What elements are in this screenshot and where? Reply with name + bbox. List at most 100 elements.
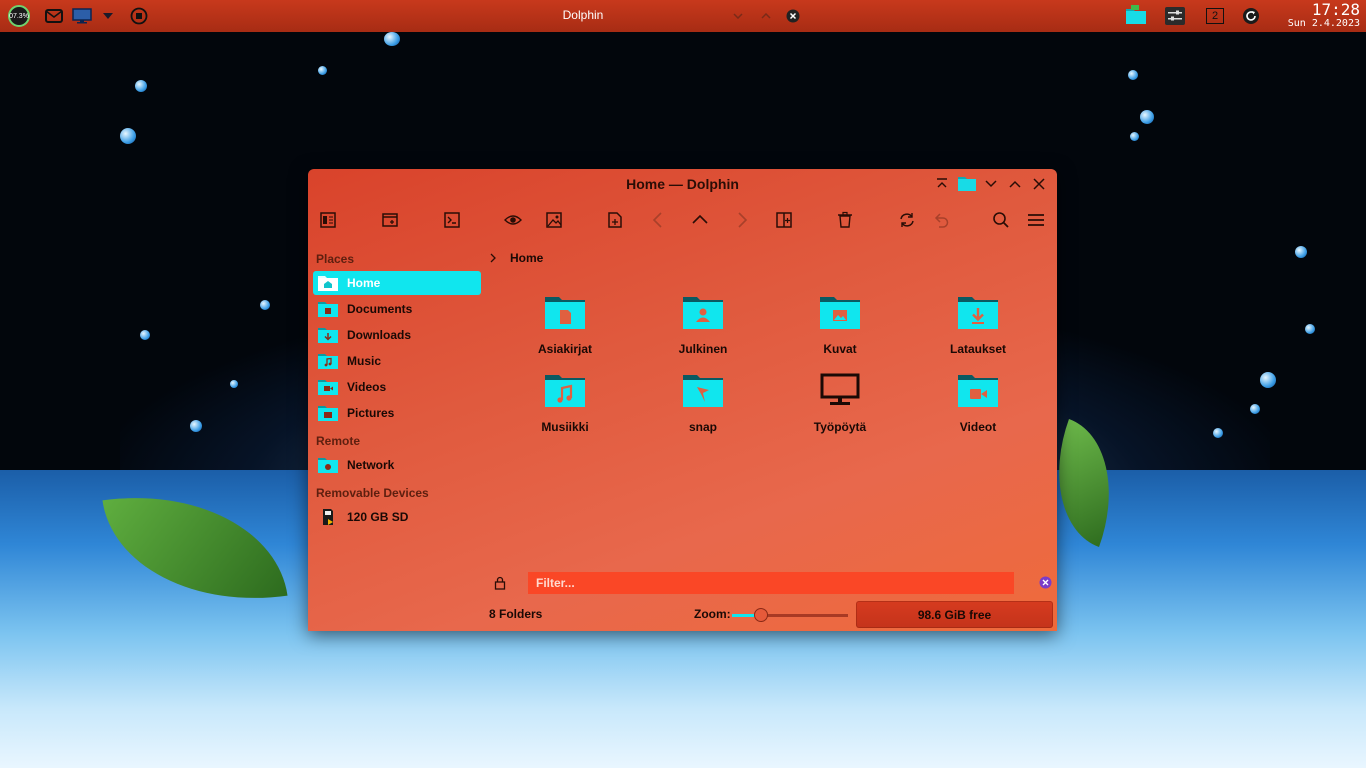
preview-button[interactable] — [500, 207, 526, 233]
filter-input[interactable] — [528, 572, 1014, 594]
trash-button[interactable] — [832, 207, 858, 233]
file-item-label: Työpöytä — [813, 420, 867, 434]
sidebar-item-music[interactable]: Music — [313, 349, 481, 373]
forward-button[interactable] — [729, 207, 755, 233]
up-button[interactable] — [687, 207, 713, 233]
show-desktop-button[interactable] — [71, 5, 93, 27]
sidebar-item-label: Documents — [347, 302, 413, 316]
reload-button[interactable] — [894, 207, 920, 233]
hamburger-menu-button[interactable] — [1023, 207, 1049, 233]
sidebar-item-sd-card[interactable]: 120 GB SD — [313, 505, 481, 529]
sidebar-item-home[interactable]: Home — [313, 271, 481, 295]
maximize-button[interactable] — [1006, 175, 1024, 193]
window-titlebar[interactable]: Home — Dolphin — [308, 169, 1057, 199]
section-places: Places — [316, 252, 355, 266]
places-panel: Places Home Documents Downloads Music Vi… — [308, 241, 486, 631]
music-folder-icon — [545, 375, 585, 407]
terminal-icon — [444, 212, 460, 228]
file-item-asiakirjat[interactable]: Asiakirjat — [510, 291, 620, 361]
panels-icon — [320, 212, 336, 228]
search-button[interactable] — [988, 207, 1014, 233]
status-bar: 8 Folders Zoom: 98.6 GiB free — [308, 599, 1057, 631]
hamburger-menu-icon — [1028, 214, 1044, 226]
back-button[interactable] — [645, 207, 671, 233]
sd-card-icon — [318, 509, 338, 525]
free-space-indicator[interactable]: 98.6 GiB free — [856, 601, 1053, 628]
clear-filter-button[interactable] — [1039, 576, 1052, 594]
split-view-button[interactable] — [771, 207, 797, 233]
toggle-panels-button[interactable] — [315, 207, 341, 233]
image-view-button[interactable] — [541, 207, 567, 233]
sidebar-item-label: Pictures — [347, 406, 395, 420]
panel-maximize-button[interactable] — [758, 5, 774, 27]
file-item-snap[interactable]: snap — [648, 369, 758, 439]
cpu-usage-label: 07.3% — [9, 12, 29, 20]
new-tab-button[interactable] — [602, 207, 628, 233]
chevron-down-icon — [733, 13, 743, 19]
keep-above-button[interactable] — [933, 175, 951, 193]
file-item-musiikki[interactable]: Musiikki — [510, 369, 620, 439]
chevron-up-icon — [761, 13, 771, 19]
file-item-videot[interactable]: Videot — [923, 369, 1033, 439]
videos-folder-icon — [958, 375, 998, 407]
panel-menu-button[interactable] — [99, 5, 117, 27]
new-window-button[interactable] — [377, 207, 403, 233]
file-item-tyopoyta[interactable]: Työpöytä — [785, 369, 895, 439]
cpu-monitor-widget[interactable]: 07.3% — [6, 5, 32, 27]
close-button[interactable] — [1030, 175, 1048, 193]
breadcrumb-home[interactable]: Home — [510, 251, 543, 265]
close-circle-icon — [1039, 576, 1052, 589]
chevron-left-icon — [652, 212, 662, 228]
terminal-button[interactable] — [439, 207, 465, 233]
chevron-right-icon — [490, 253, 496, 263]
zoom-slider-handle[interactable] — [754, 608, 768, 622]
undo-icon — [934, 213, 949, 228]
lock-filter-button[interactable] — [494, 576, 506, 595]
active-window-title[interactable]: Dolphin — [520, 8, 646, 22]
documents-folder-icon — [545, 297, 585, 329]
task-dolphin[interactable] — [1124, 2, 1148, 28]
workspace-number: 2 — [1206, 8, 1224, 24]
file-item-julkinen[interactable]: Julkinen — [648, 291, 758, 361]
mail-icon — [45, 9, 63, 23]
sidebar-item-videos[interactable]: Videos — [313, 375, 481, 399]
file-item-label: snap — [688, 420, 717, 434]
workspace-switcher[interactable]: 2 — [1204, 5, 1226, 27]
undo-button[interactable] — [928, 207, 954, 233]
image-icon — [546, 212, 562, 228]
snap-folder-icon — [683, 375, 723, 407]
folder-count: 8 Folders — [489, 607, 543, 621]
update-button[interactable] — [1240, 5, 1262, 27]
minimize-button[interactable] — [982, 175, 1000, 193]
task-settings[interactable] — [1163, 5, 1187, 27]
sidebar-item-label: Downloads — [347, 328, 412, 342]
file-item-label: Kuvat — [823, 342, 857, 356]
refresh-circle-icon — [1243, 8, 1259, 24]
settings-sliders-icon — [1165, 7, 1185, 25]
sidebar-item-pictures[interactable]: Pictures — [313, 401, 481, 425]
videos-folder-icon — [318, 379, 338, 395]
breadcrumb[interactable]: Home — [488, 249, 543, 267]
section-remote: Remote — [316, 434, 361, 448]
sidebar-item-documents[interactable]: Documents — [313, 297, 481, 321]
trash-icon — [838, 211, 852, 228]
file-item-kuvat[interactable]: Kuvat — [785, 291, 895, 361]
top-panel: 07.3% Dolphin 2 17:28 Sun 2.4.2023 — [0, 0, 1366, 32]
mail-button[interactable] — [43, 5, 65, 27]
file-item-lataukset[interactable]: Lataukset — [923, 291, 1033, 361]
folder-icon — [958, 177, 976, 191]
panel-close-button[interactable] — [785, 5, 801, 27]
zoom-slider[interactable] — [732, 608, 848, 622]
network-folder-icon — [318, 457, 338, 473]
refresh-icon — [900, 213, 914, 227]
stop-button[interactable] — [128, 5, 150, 27]
panel-minimize-button[interactable] — [730, 5, 746, 27]
sidebar-item-network[interactable]: Network — [313, 453, 481, 477]
clock[interactable]: 17:28 Sun 2.4.2023 — [1288, 1, 1360, 29]
home-folder-icon — [318, 275, 338, 291]
sidebar-item-downloads[interactable]: Downloads — [313, 323, 481, 347]
close-icon — [1033, 178, 1045, 190]
sidebar-item-label: Home — [347, 276, 381, 290]
chevron-right-icon — [738, 212, 748, 228]
pictures-folder-icon — [318, 405, 338, 421]
